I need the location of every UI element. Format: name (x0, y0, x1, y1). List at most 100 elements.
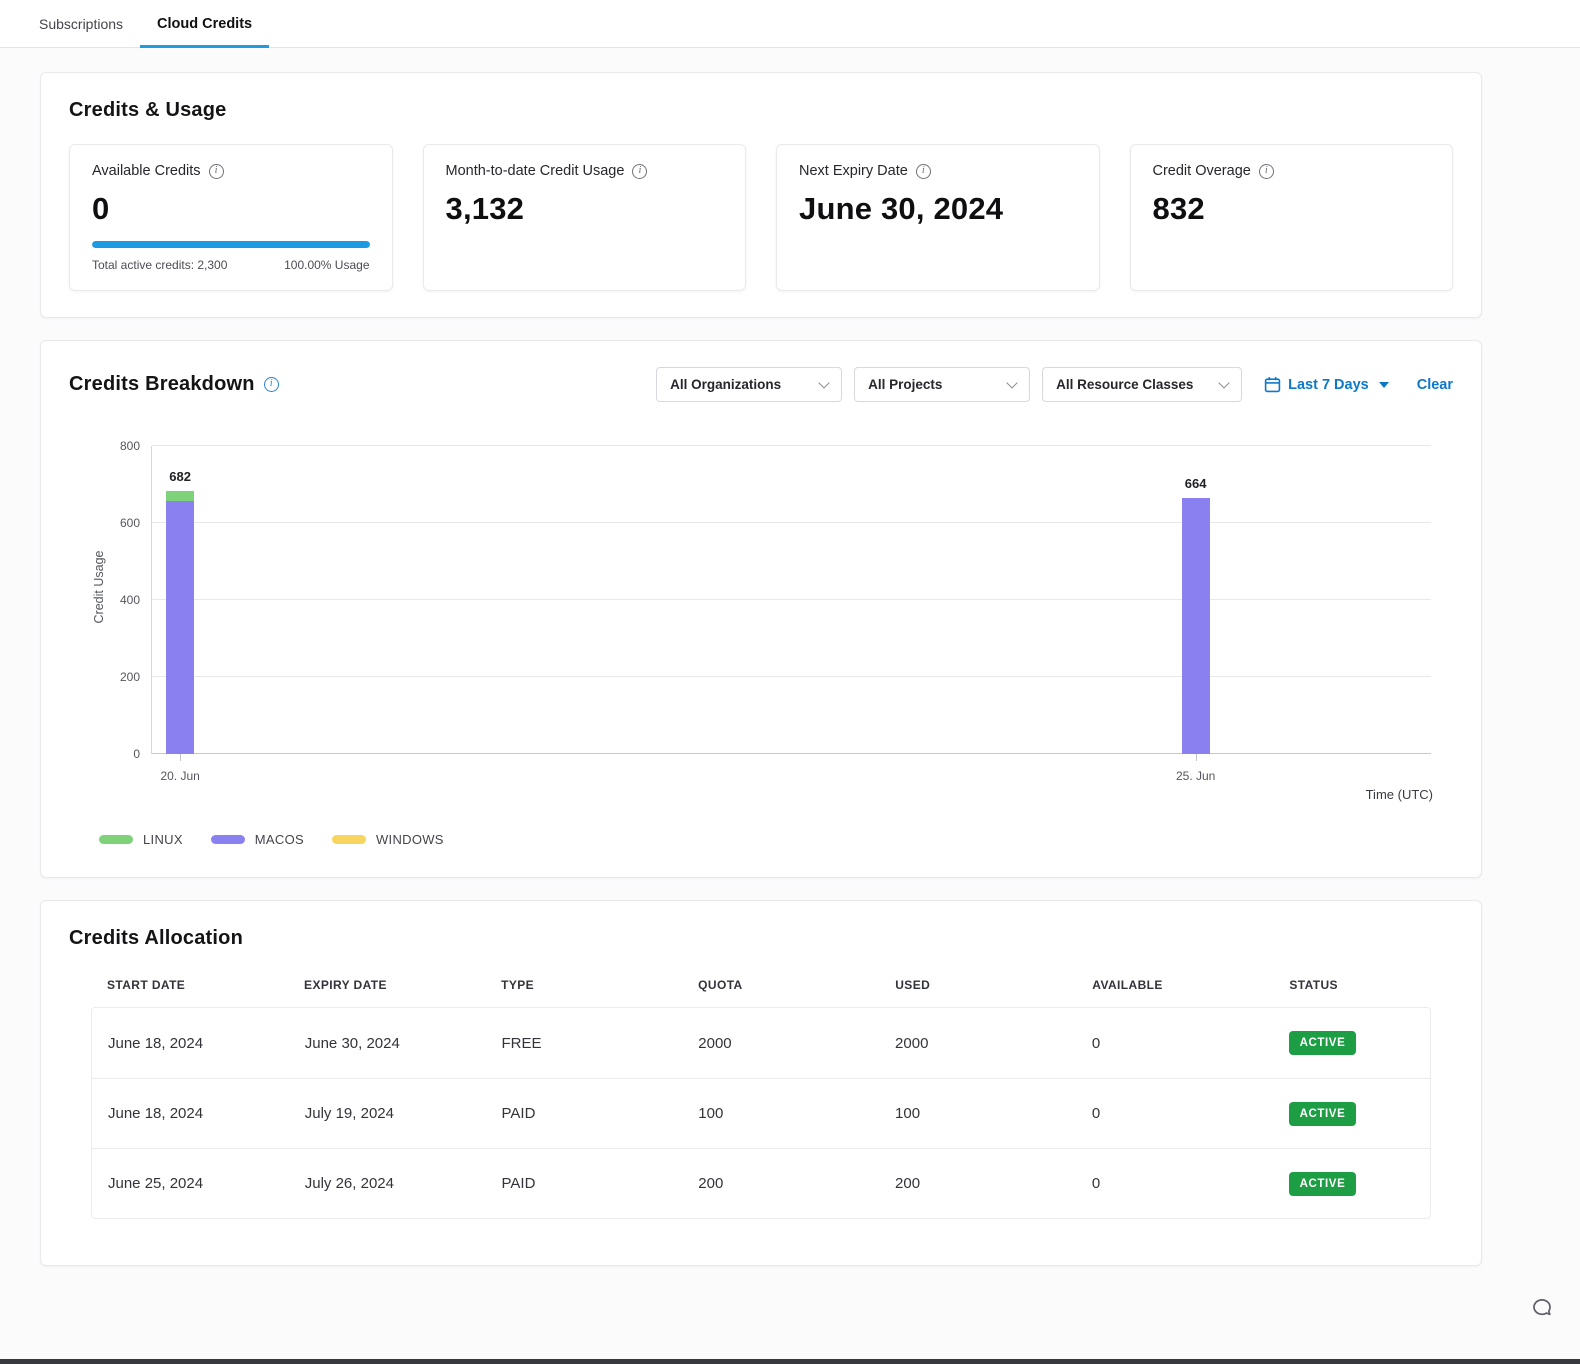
date-range-picker[interactable]: Last 7 Days (1264, 376, 1389, 393)
gridline (152, 522, 1431, 523)
available-credits-value: 0 (92, 191, 370, 227)
status-badge: ACTIVE (1289, 1102, 1357, 1126)
credit-usage-chart: Credit Usage 020040060080068220. Jun6642… (69, 432, 1453, 802)
support-button[interactable] (1530, 1296, 1554, 1320)
stat-card-row: Available Credits i 0 Total active credi… (69, 144, 1453, 291)
projects-filter-value: All Projects (868, 377, 942, 392)
col-header-type: TYPE (485, 978, 682, 992)
bar-total-label: 664 (1185, 476, 1207, 491)
info-icon[interactable]: i (916, 164, 931, 179)
x-tick-mark (1196, 754, 1197, 761)
month-to-date-usage-value: 3,132 (446, 191, 724, 227)
col-header-status: STATUS (1273, 978, 1431, 992)
credits-breakdown-title: Credits Breakdown (69, 373, 255, 396)
legend-label: WINDOWS (376, 832, 444, 847)
stat-label: Next Expiry Date (799, 163, 908, 179)
credits-usage-title: Credits & Usage (69, 99, 1453, 122)
y-tick-label: 0 (133, 747, 140, 761)
cell-start-date: June 18, 2024 (92, 1105, 289, 1122)
col-header-quota: QUOTA (682, 978, 879, 992)
tab-subscriptions[interactable]: Subscriptions (22, 0, 140, 47)
stat-next-expiry-date: Next Expiry Date i June 30, 2024 (776, 144, 1100, 291)
chevron-down-icon (1006, 377, 1017, 388)
legend-swatch (99, 835, 133, 844)
chat-bubble-icon (1530, 1296, 1554, 1320)
credits-allocation-table: START DATE EXPIRY DATE TYPE QUOTA USED A… (91, 978, 1431, 1219)
info-icon[interactable]: i (632, 164, 647, 179)
gridline (152, 445, 1431, 446)
main-content: Credits & Usage Available Credits i 0 To… (0, 48, 1580, 1266)
legend-item-macos[interactable]: MACOS (211, 832, 304, 847)
chart-filters: All Organizations All Projects All Resou… (656, 367, 1453, 402)
x-tick-mark (180, 754, 181, 761)
credits-breakdown-card: Credits Breakdown i All Organizations Al… (40, 340, 1482, 878)
cell-available: 0 (1076, 1035, 1273, 1052)
x-tick-label: 25. Jun (1176, 769, 1215, 783)
gridline (152, 599, 1431, 600)
cell-expiry-date: June 30, 2024 (289, 1035, 486, 1052)
projects-filter[interactable]: All Projects (854, 367, 1030, 402)
organizations-filter-value: All Organizations (670, 377, 781, 392)
x-tick-label: 20. Jun (160, 769, 199, 783)
cell-quota: 200 (682, 1175, 879, 1192)
gridline (152, 753, 1431, 754)
legend-item-windows[interactable]: WINDOWS (332, 832, 444, 847)
y-tick-label: 200 (120, 670, 140, 684)
cell-quota: 2000 (682, 1035, 879, 1052)
total-active-credits: Total active credits: 2,300 (92, 258, 227, 272)
clear-filters-button[interactable]: Clear (1417, 377, 1453, 393)
table-body: June 18, 2024 June 30, 2024 FREE 2000 20… (91, 1007, 1431, 1219)
cell-used: 2000 (879, 1035, 1076, 1052)
cell-start-date: June 18, 2024 (92, 1035, 289, 1052)
cell-available: 0 (1076, 1105, 1273, 1122)
chart-plot: 020040060080068220. Jun66425. Jun (151, 446, 1431, 754)
chevron-down-icon (818, 377, 829, 388)
bar-segment-linux (166, 491, 194, 501)
status-badge: ACTIVE (1289, 1031, 1357, 1055)
y-tick-label: 400 (120, 593, 140, 607)
col-header-expiry-date: EXPIRY DATE (288, 978, 485, 992)
chart-legend: LINUX MACOS WINDOWS (99, 832, 1453, 847)
bar-segment-macos (1182, 498, 1210, 754)
credits-allocation-card: Credits Allocation START DATE EXPIRY DAT… (40, 900, 1482, 1266)
credits-progress-bar (92, 241, 370, 248)
resource-classes-filter[interactable]: All Resource Classes (1042, 367, 1242, 402)
table-header-row: START DATE EXPIRY DATE TYPE QUOTA USED A… (91, 978, 1431, 1007)
usage-percent: 100.00% Usage (284, 258, 369, 272)
cell-type: FREE (486, 1035, 683, 1052)
info-icon[interactable]: i (209, 164, 224, 179)
col-header-used: USED (879, 978, 1076, 992)
chevron-down-icon (1218, 377, 1229, 388)
cell-expiry-date: July 26, 2024 (289, 1175, 486, 1192)
window-bottom-edge (0, 1359, 1580, 1364)
gridline (152, 676, 1431, 677)
table-row: June 18, 2024 June 30, 2024 FREE 2000 20… (92, 1008, 1430, 1078)
chart-bar-25-jun[interactable] (1182, 498, 1210, 754)
stat-label: Credit Overage (1153, 163, 1251, 179)
info-icon[interactable]: i (264, 377, 279, 392)
info-icon[interactable]: i (1259, 164, 1274, 179)
credits-allocation-title: Credits Allocation (69, 927, 1453, 950)
cell-available: 0 (1076, 1175, 1273, 1192)
x-axis-label: Time (UTC) (1366, 787, 1433, 802)
chart-bar-20-jun[interactable] (166, 491, 194, 754)
credits-usage-card: Credits & Usage Available Credits i 0 To… (40, 72, 1482, 318)
caret-down-icon (1379, 382, 1389, 388)
cell-type: PAID (486, 1105, 683, 1122)
credits-progress-fill (92, 241, 370, 248)
legend-item-linux[interactable]: LINUX (99, 832, 183, 847)
organizations-filter[interactable]: All Organizations (656, 367, 842, 402)
status-badge: ACTIVE (1289, 1172, 1357, 1196)
bar-total-label: 682 (169, 469, 191, 484)
bar-segment-macos (166, 501, 194, 754)
tab-cloud-credits[interactable]: Cloud Credits (140, 0, 269, 47)
calendar-icon (1264, 376, 1281, 393)
legend-swatch (332, 835, 366, 844)
cell-type: PAID (486, 1175, 683, 1192)
tab-bar: Subscriptions Cloud Credits (0, 0, 1580, 48)
date-range-value: Last 7 Days (1288, 377, 1369, 393)
table-row: June 18, 2024 July 19, 2024 PAID 100 100… (92, 1078, 1430, 1148)
legend-swatch (211, 835, 245, 844)
legend-label: LINUX (143, 832, 183, 847)
col-header-start-date: START DATE (91, 978, 288, 992)
